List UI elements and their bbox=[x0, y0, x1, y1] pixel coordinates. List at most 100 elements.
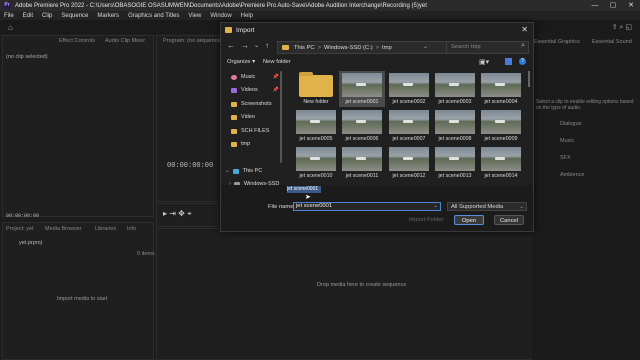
dialog-title: Import bbox=[236, 26, 255, 34]
menu-clip[interactable]: Clip bbox=[42, 13, 52, 19]
tab-effect-controls[interactable]: Effect Controls bbox=[59, 38, 95, 44]
preview-pane-icon[interactable] bbox=[505, 58, 512, 65]
drop-media-hint[interactable]: Drop media here to create sequence bbox=[317, 282, 406, 288]
file-tile[interactable]: jet scene0005 bbox=[293, 108, 339, 144]
sfx-option[interactable]: SFX bbox=[560, 155, 571, 161]
nav-item-label: Video bbox=[241, 114, 255, 120]
image-thumbnail bbox=[481, 110, 521, 134]
help-icon[interactable]: ? bbox=[519, 58, 526, 65]
recent-locations-button[interactable]: ⌄ bbox=[254, 42, 259, 49]
menu-graphics[interactable]: Graphics and Titles bbox=[128, 13, 179, 19]
file-tile[interactable]: jet scene0014 bbox=[478, 145, 524, 181]
file-name-input[interactable]: jet scene0001 ⌄ bbox=[293, 202, 441, 211]
music-option[interactable]: Music bbox=[560, 138, 574, 144]
file-label: jet scene0011 bbox=[345, 173, 379, 179]
chevron-down-icon[interactable]: ⌄ bbox=[225, 168, 230, 174]
organize-button[interactable]: Organize ▾ bbox=[227, 59, 255, 65]
nav-item-screenshots[interactable]: Screenshots bbox=[231, 101, 272, 107]
videos-icon bbox=[231, 87, 237, 93]
file-tile[interactable]: jet scene0009 bbox=[478, 108, 524, 144]
ambience-option[interactable]: Ambience bbox=[560, 172, 584, 178]
nav-item-music[interactable]: Music bbox=[231, 74, 255, 80]
file-tile[interactable]: jet scene0008 bbox=[432, 108, 478, 144]
nav-item-videos[interactable]: Videos bbox=[231, 87, 258, 93]
file-tile-selected[interactable]: jet scene0001 bbox=[339, 71, 385, 107]
image-thumbnail bbox=[389, 110, 429, 134]
menu-window[interactable]: Window bbox=[210, 13, 231, 19]
new-folder-button[interactable]: New folder bbox=[263, 59, 291, 65]
tab-libraries[interactable]: Libraries bbox=[95, 226, 116, 232]
command-bar: Organize ▾ New folder ▣▾ ? bbox=[221, 57, 533, 69]
tab-program[interactable]: Program: (no sequences) bbox=[163, 38, 225, 44]
file-tile[interactable]: jet scene0003 bbox=[432, 71, 478, 107]
import-media-hint[interactable]: Import media to start bbox=[57, 296, 107, 302]
back-button[interactable]: ← bbox=[227, 41, 235, 50]
file-grid-scrollbar[interactable] bbox=[528, 71, 530, 87]
menu-view[interactable]: View bbox=[188, 13, 201, 19]
path-segment-drive[interactable]: Windows-SSD (C:) bbox=[324, 45, 373, 51]
dialogue-option[interactable]: Dialogue bbox=[560, 121, 582, 127]
image-thumbnail bbox=[296, 147, 336, 171]
pin-icon[interactable]: 📌 bbox=[273, 87, 279, 93]
tab-essential-graphics[interactable]: Essential Graphics bbox=[534, 39, 580, 45]
navigation-bar: ← → ⌄ ↑ This PC > Windows-SSD (C:) > tmp… bbox=[221, 39, 533, 54]
path-segment-this-pc[interactable]: This PC bbox=[294, 45, 315, 51]
minimize-button[interactable]: — bbox=[586, 0, 604, 11]
menu-help[interactable]: Help bbox=[241, 13, 253, 19]
nav-pane-scrollbar[interactable] bbox=[280, 71, 282, 163]
nav-item-video[interactable]: Video bbox=[231, 114, 255, 120]
file-tile[interactable]: jet scene0011 bbox=[339, 145, 385, 181]
path-segment-tmp[interactable]: tmp bbox=[382, 45, 392, 51]
file-tile[interactable]: jet scene0012 bbox=[386, 145, 432, 181]
file-tile[interactable]: jet scene0010 bbox=[293, 145, 339, 181]
tab-audio-clip-mixer[interactable]: Audio Clip Mixer bbox=[105, 38, 145, 44]
item-count: 0 items bbox=[137, 251, 155, 257]
file-type-select[interactable]: All Supported Media ⌄ bbox=[447, 202, 527, 211]
file-tile[interactable]: jet scene0004 bbox=[478, 71, 524, 107]
tab-project[interactable]: Project: yet bbox=[6, 226, 34, 232]
forward-button[interactable]: → bbox=[241, 41, 249, 50]
up-button[interactable]: ↑ bbox=[265, 41, 269, 50]
close-window-button[interactable]: ✕ bbox=[622, 0, 640, 11]
menu-sequence[interactable]: Sequence bbox=[61, 13, 88, 19]
menu-markers[interactable]: Markers bbox=[97, 13, 119, 19]
tab-media-browser[interactable]: Media Browser bbox=[45, 226, 82, 232]
file-tile[interactable]: jet scene0013 bbox=[432, 145, 478, 181]
dialog-close-button[interactable]: ✕ bbox=[521, 25, 528, 34]
tab-essential-sound[interactable]: Essential Sound bbox=[592, 39, 632, 45]
mouse-cursor-icon: ➤ bbox=[305, 194, 311, 201]
file-tile[interactable]: jet scene0007 bbox=[386, 108, 432, 144]
image-thumbnail bbox=[481, 73, 521, 97]
file-tile-new-folder[interactable]: New folder bbox=[293, 71, 339, 107]
home-icon[interactable]: ⌂ bbox=[8, 23, 13, 32]
selection-tool-icon[interactable]: ▸ ⇥ ✥ ⌖ bbox=[163, 209, 192, 219]
chevron-down-icon[interactable]: ⌄ bbox=[423, 43, 428, 50]
chevron-down-icon: ⌄ bbox=[519, 204, 524, 210]
pin-icon[interactable]: 📌 bbox=[273, 74, 279, 80]
maximize-button[interactable]: ▢ bbox=[604, 0, 622, 11]
tab-info[interactable]: Info bbox=[127, 226, 136, 232]
chevron-down-icon[interactable]: ⌄ bbox=[433, 203, 438, 209]
search-input[interactable]: Search tmp ⌕ bbox=[446, 41, 529, 54]
no-clip-label: (no clip selected) bbox=[6, 54, 48, 60]
menu-edit[interactable]: Edit bbox=[23, 13, 33, 19]
file-label: jet scene0005 bbox=[299, 136, 333, 142]
file-tile[interactable]: jet scene0002 bbox=[386, 71, 432, 107]
menu-file[interactable]: File bbox=[4, 13, 14, 19]
essential-sound-panel: Essential Graphics Essential Sound Selec… bbox=[532, 35, 640, 360]
source-panel: Effect Controls Audio Clip Mixer (no cli… bbox=[2, 35, 154, 219]
nav-item-this-pc[interactable]: ⌄ This PC bbox=[225, 168, 262, 174]
address-bar[interactable]: This PC > Windows-SSD (C:) > tmp ⌄ ↻ bbox=[277, 41, 466, 54]
image-thumbnail bbox=[435, 147, 475, 171]
workspace-icons[interactable]: ⇪ ⌕ ◱ bbox=[612, 23, 632, 32]
import-folder-button[interactable]: Import Folder bbox=[409, 217, 443, 223]
timeline-panel: Drop media here to create sequence bbox=[156, 228, 534, 360]
nav-item-sch-files[interactable]: SCH FILES bbox=[231, 128, 269, 134]
file-tile[interactable]: jet scene0006 bbox=[339, 108, 385, 144]
project-file-name: yet.prproj bbox=[19, 240, 42, 246]
nav-item-label: This PC bbox=[242, 168, 263, 174]
cancel-button[interactable]: Cancel bbox=[494, 215, 524, 225]
open-button[interactable]: Open bbox=[454, 215, 484, 225]
view-options-icon[interactable]: ▣▾ bbox=[479, 58, 489, 66]
nav-item-tmp[interactable]: tmp bbox=[231, 141, 250, 147]
